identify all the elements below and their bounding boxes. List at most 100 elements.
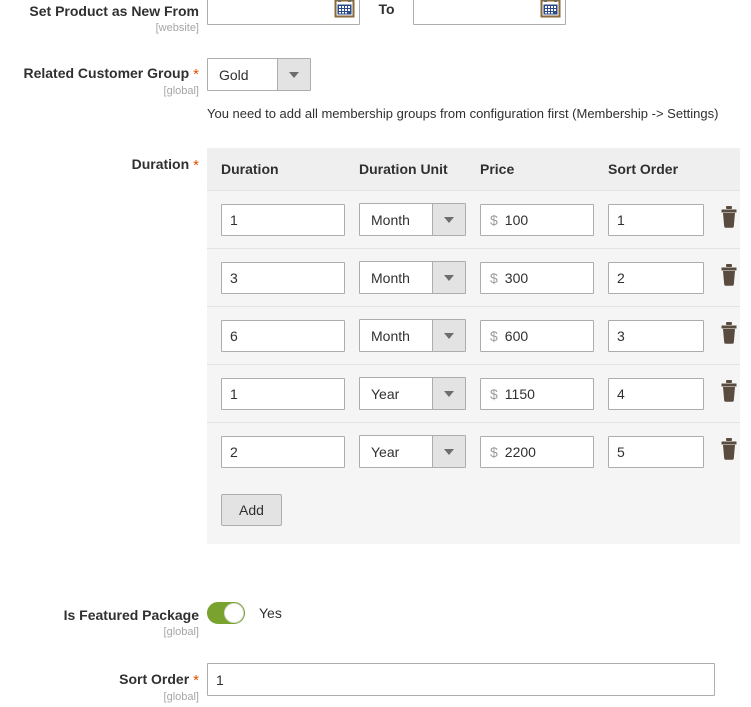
cell-price: $ <box>466 364 594 423</box>
table-row: Year $ <box>207 364 740 423</box>
cell-duration-unit: Month <box>345 306 466 365</box>
row-sort-order-input[interactable] <box>608 319 704 352</box>
duration-unit-select[interactable]: Month <box>359 319 466 352</box>
date-to-label: To <box>378 1 395 17</box>
duration-unit-select[interactable]: Month <box>359 261 466 294</box>
price-field: $ <box>480 435 594 468</box>
cell-price: $ <box>466 306 594 365</box>
sort-order-label: Sort Order <box>119 671 190 687</box>
row-sort-order-input[interactable] <box>608 261 704 294</box>
currency-symbol: $ <box>490 327 498 344</box>
is-featured-package-controls: Yes <box>207 602 751 624</box>
duration-unit-select[interactable]: Month <box>359 203 466 236</box>
sort-order-label-col: Sort Order * [global] <box>0 663 207 704</box>
toggle-knob <box>224 603 244 623</box>
chevron-down-icon[interactable] <box>432 378 465 409</box>
set-new-from-label-col: Set Product as New From [website] <box>0 0 207 35</box>
duration-value-input[interactable] <box>221 203 345 236</box>
duration-value-input[interactable] <box>221 319 345 352</box>
add-duration-row-button[interactable]: Add <box>221 494 282 526</box>
cell-actions <box>704 248 740 307</box>
duration-value-input[interactable] <box>221 435 345 468</box>
trash-icon[interactable] <box>718 379 740 403</box>
currency-symbol: $ <box>490 211 498 228</box>
trash-icon[interactable] <box>718 205 740 229</box>
chevron-down-icon[interactable] <box>432 320 465 351</box>
trash-icon[interactable] <box>718 437 740 461</box>
sort-order-input[interactable] <box>207 663 715 696</box>
duration-value-input[interactable] <box>221 377 345 410</box>
field-sort-order: Sort Order * [global] <box>0 663 751 704</box>
price-input[interactable] <box>504 320 585 351</box>
required-asterisk: * <box>193 66 199 83</box>
trash-icon[interactable] <box>718 321 740 345</box>
related-customer-group-controls: Gold You need to add all membership grou… <box>207 58 751 122</box>
cell-actions <box>704 190 740 249</box>
cell-sort-order <box>594 364 704 423</box>
related-customer-group-note: You need to add all membership groups fr… <box>207 106 719 121</box>
price-input[interactable] <box>504 204 585 235</box>
column-header-actions <box>704 148 740 191</box>
row-sort-order-input[interactable] <box>608 435 704 468</box>
cell-duration-unit: Month <box>345 190 466 249</box>
duration-label: Duration <box>131 156 190 172</box>
price-field: $ <box>480 261 594 294</box>
duration-unit-select[interactable]: Year <box>359 435 466 468</box>
price-field: $ <box>480 319 594 352</box>
duration-unit-select[interactable]: Year <box>359 377 466 410</box>
row-sort-order-input[interactable] <box>608 203 704 236</box>
duration-value-input[interactable] <box>221 261 345 294</box>
cell-duration-unit: Year <box>345 364 466 423</box>
calendar-icon[interactable] <box>540 0 561 19</box>
required-asterisk: * <box>193 672 199 689</box>
set-new-from-controls: To <box>207 0 751 25</box>
related-customer-group-select[interactable]: Gold <box>207 58 311 91</box>
is-featured-package-label-col: Is Featured Package [global] <box>0 602 207 639</box>
duration-unit-selected-value: Month <box>371 327 410 344</box>
cell-duration <box>207 364 345 423</box>
related-customer-group-selected-value: Gold <box>219 66 249 83</box>
product-form-section: Set Product as New From [website] To Rel… <box>0 0 751 707</box>
duration-table: Duration Duration Unit Price Sort Order … <box>207 148 740 544</box>
column-header-sort-order: Sort Order <box>594 148 704 191</box>
cell-sort-order <box>594 422 704 480</box>
sort-order-scope: [global] <box>163 691 199 703</box>
chevron-down-icon[interactable] <box>277 59 310 90</box>
row-sort-order-input[interactable] <box>608 377 704 410</box>
price-field: $ <box>480 203 594 236</box>
calendar-icon[interactable] <box>334 0 355 19</box>
currency-symbol: $ <box>490 269 498 286</box>
table-row: Month $ <box>207 306 740 365</box>
cell-sort-order <box>594 306 704 365</box>
chevron-down-icon[interactable] <box>432 204 465 235</box>
related-customer-group-scope: [global] <box>163 85 199 97</box>
field-is-featured-package: Is Featured Package [global] Yes <box>0 602 751 639</box>
new-from-date-wrap <box>207 0 360 25</box>
column-header-price: Price <box>466 148 594 191</box>
is-featured-package-state-label: Yes <box>259 605 282 621</box>
cell-actions <box>704 306 740 365</box>
duration-table-foot: Add <box>207 480 740 544</box>
required-asterisk: * <box>193 157 199 174</box>
price-input[interactable] <box>504 378 585 409</box>
add-button-cell: Add <box>207 480 740 544</box>
set-new-from-scope: [website] <box>155 22 199 34</box>
trash-icon[interactable] <box>718 263 740 287</box>
table-row: Month $ <box>207 248 740 307</box>
cell-sort-order <box>594 248 704 307</box>
duration-table-body: Month $ Month $ Month $ Year $ Year $ <box>207 190 740 480</box>
cell-price: $ <box>466 248 594 307</box>
duration-table-wrap: Duration Duration Unit Price Sort Order … <box>207 148 751 544</box>
table-row: Month $ <box>207 190 740 249</box>
cell-duration-unit: Year <box>345 422 466 480</box>
field-related-customer-group: Related Customer Group * [global] Gold Yo… <box>0 58 751 122</box>
related-customer-group-label-col: Related Customer Group * [global] <box>0 58 207 98</box>
price-input[interactable] <box>504 262 585 293</box>
chevron-down-icon[interactable] <box>432 262 465 293</box>
is-featured-package-toggle[interactable] <box>207 602 245 624</box>
price-input[interactable] <box>504 436 585 467</box>
set-new-from-label: Set Product as New From <box>29 3 199 19</box>
chevron-down-icon[interactable] <box>432 436 465 467</box>
cell-duration <box>207 306 345 365</box>
duration-unit-selected-value: Month <box>371 269 410 286</box>
